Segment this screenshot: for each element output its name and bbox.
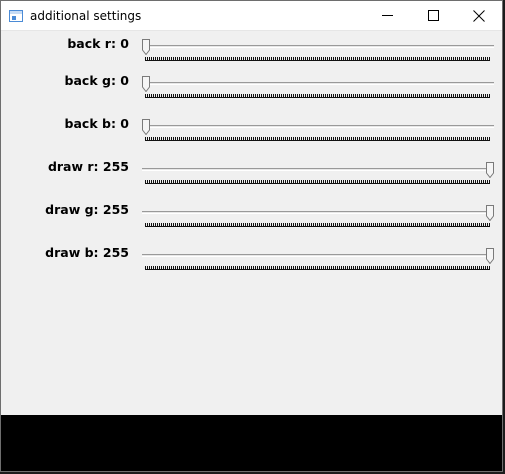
draw-r-slider[interactable] bbox=[142, 162, 494, 190]
slider-row-back-g: back g: 0 bbox=[1, 73, 502, 107]
title-bar[interactable]: additional settings bbox=[1, 1, 502, 31]
maximize-button[interactable] bbox=[410, 1, 456, 30]
back-b-slider[interactable] bbox=[142, 119, 494, 147]
slider-row-draw-b: draw b: 255 bbox=[1, 245, 502, 279]
app-icon bbox=[9, 9, 23, 22]
window-controls bbox=[364, 1, 502, 30]
slider-track bbox=[142, 211, 494, 214]
slider-ticks bbox=[145, 94, 490, 98]
slider-thumb[interactable] bbox=[142, 39, 150, 55]
slider-track bbox=[142, 168, 494, 171]
slider-row-back-r: back r: 0 bbox=[1, 36, 502, 70]
back-g-slider[interactable] bbox=[142, 76, 494, 104]
settings-window: additional settings back r: 0 back g: 0 … bbox=[0, 0, 503, 472]
slider-track bbox=[142, 254, 494, 257]
slider-ticks bbox=[145, 223, 490, 227]
slider-ticks bbox=[145, 137, 490, 141]
close-button[interactable] bbox=[456, 1, 502, 30]
minimize-icon bbox=[381, 15, 393, 16]
slider-label: back b: 0 bbox=[64, 116, 129, 131]
window-title: additional settings bbox=[30, 8, 142, 23]
minimize-button[interactable] bbox=[364, 1, 410, 30]
slider-row-draw-g: draw g: 255 bbox=[1, 202, 502, 236]
slider-track bbox=[142, 82, 494, 85]
slider-ticks bbox=[145, 180, 490, 184]
slider-label: draw r: 255 bbox=[47, 159, 129, 174]
slider-ticks bbox=[145, 266, 490, 270]
black-canvas-area bbox=[1, 415, 502, 471]
slider-label: draw g: 255 bbox=[45, 202, 129, 217]
draw-b-slider[interactable] bbox=[142, 248, 494, 276]
slider-label: draw b: 255 bbox=[45, 245, 129, 260]
back-r-slider[interactable] bbox=[142, 39, 494, 67]
draw-g-slider[interactable] bbox=[142, 205, 494, 233]
slider-thumb[interactable] bbox=[486, 248, 494, 264]
slider-thumb[interactable] bbox=[486, 205, 494, 221]
slider-label: back r: 0 bbox=[67, 36, 129, 51]
slider-thumb[interactable] bbox=[486, 162, 494, 178]
close-icon bbox=[473, 9, 485, 22]
slider-row-back-b: back b: 0 bbox=[1, 116, 502, 150]
slider-label: back g: 0 bbox=[64, 73, 129, 88]
slider-row-draw-r: draw r: 255 bbox=[1, 159, 502, 193]
slider-ticks bbox=[145, 57, 490, 61]
slider-thumb[interactable] bbox=[142, 119, 150, 135]
slider-track bbox=[142, 125, 494, 128]
slider-track bbox=[142, 45, 494, 48]
slider-thumb[interactable] bbox=[142, 76, 150, 92]
maximize-icon bbox=[427, 10, 439, 21]
